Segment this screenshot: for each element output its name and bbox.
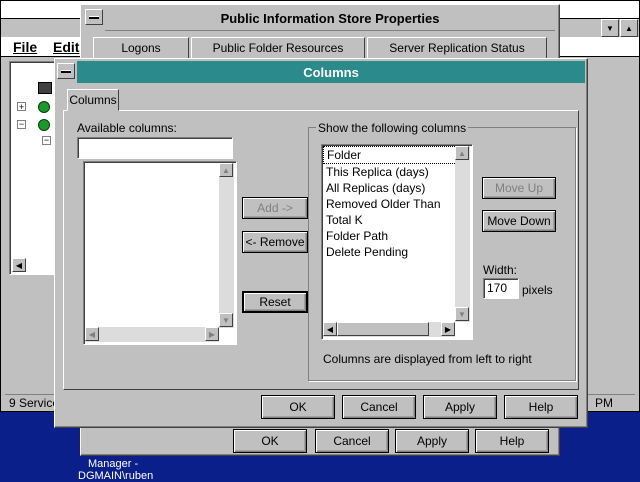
show-list-hscrollbar[interactable]: ◀ ▶ xyxy=(323,322,455,337)
properties-ok-button[interactable]: OK xyxy=(233,429,307,453)
show-columns-items: Folder This Replica (days) All Replicas … xyxy=(323,146,457,260)
list-item[interactable]: Total K xyxy=(323,212,457,228)
properties-dialog-title: Public Information Store Properties xyxy=(105,7,555,31)
scroll-down-button[interactable]: ▼ xyxy=(219,313,233,327)
width-input[interactable]: 170 xyxy=(483,278,519,299)
list-item-folder[interactable]: Folder xyxy=(323,146,457,164)
columns-order-note: Columns are displayed from left to right xyxy=(323,352,532,366)
globe-icon xyxy=(38,119,50,131)
list-item[interactable]: Delete Pending xyxy=(323,244,457,260)
columns-ok-button[interactable]: OK xyxy=(261,395,335,419)
tab-server-replication-status[interactable]: Server Replication Status xyxy=(367,37,547,59)
columns-dialog: Columns Columns Available columns: ▲ ▼ ◀… xyxy=(54,58,588,428)
properties-apply-button[interactable]: Apply xyxy=(395,429,469,453)
bg-minimize-button[interactable]: ▼ xyxy=(601,19,619,37)
available-list-hscrollbar[interactable]: ◀ ▶ xyxy=(85,327,219,342)
collapse-minus-icon[interactable]: − xyxy=(42,136,51,145)
move-up-button[interactable]: Move Up xyxy=(482,177,556,199)
properties-system-menu-icon[interactable] xyxy=(85,9,103,25)
show-list-vscrollbar[interactable]: ▲ ▼ xyxy=(455,146,470,322)
columns-dialog-title: Columns xyxy=(77,61,585,83)
menu-file[interactable]: File xyxy=(13,39,37,55)
scroll-up-button[interactable]: ▲ xyxy=(455,146,469,160)
menu-edit[interactable]: Edit xyxy=(53,39,79,55)
collapse-minus-icon[interactable]: − xyxy=(17,120,26,129)
show-columns-label: Show the following columns xyxy=(316,121,469,135)
status-left-text: 9 Service xyxy=(9,396,60,410)
columns-system-menu-icon[interactable] xyxy=(57,63,75,79)
available-columns-input[interactable] xyxy=(77,137,233,159)
scroll-down-button[interactable]: ▼ xyxy=(455,307,469,321)
available-list-vscrollbar[interactable]: ▲ ▼ xyxy=(219,163,234,328)
expand-plus-icon[interactable]: + xyxy=(17,102,26,112)
hscroll-thumb[interactable] xyxy=(337,322,429,336)
available-columns-label: Available columns: xyxy=(77,121,177,135)
list-item[interactable]: This Replica (days) xyxy=(323,164,457,180)
columns-cancel-button[interactable]: Cancel xyxy=(342,395,416,419)
status-right-text: PM xyxy=(595,396,613,410)
list-item[interactable]: All Replicas (days) xyxy=(323,180,457,196)
list-item[interactable]: Removed Older Than xyxy=(323,196,457,212)
tree-pane: + − − ◀ xyxy=(9,61,59,275)
scroll-right-button[interactable]: ▶ xyxy=(205,327,219,341)
show-columns-list[interactable]: Folder This Replica (days) All Replicas … xyxy=(321,144,473,340)
move-down-button[interactable]: Move Down xyxy=(482,210,556,232)
pixels-label: pixels xyxy=(522,283,553,297)
properties-help-button[interactable]: Help xyxy=(475,429,549,453)
reset-button[interactable]: Reset xyxy=(242,291,308,313)
tab-public-folder-resources[interactable]: Public Folder Resources xyxy=(191,37,365,59)
bg-maximize-button[interactable]: ▲ xyxy=(620,19,638,37)
scroll-left-button[interactable]: ◀ xyxy=(323,322,337,336)
columns-apply-button[interactable]: Apply xyxy=(423,395,497,419)
properties-cancel-button[interactable]: Cancel xyxy=(315,429,389,453)
desktop-label-2: DGMAIN\ruben xyxy=(78,470,154,482)
columns-help-button[interactable]: Help xyxy=(504,395,578,419)
width-label: Width: xyxy=(483,263,518,277)
globe-icon xyxy=(38,101,50,113)
scroll-right-button[interactable]: ▶ xyxy=(441,322,455,336)
server-icon xyxy=(38,82,52,94)
scroll-left-button[interactable]: ◀ xyxy=(85,327,99,341)
available-columns-list[interactable]: ▲ ▼ ◀ ▶ xyxy=(83,161,237,345)
columns-tab-page: Available columns: ▲ ▼ ◀ ▶ Add -> <- Rem… xyxy=(63,110,579,390)
remove-button[interactable]: <- Remove xyxy=(242,231,308,253)
list-item[interactable]: Folder Path xyxy=(323,228,457,244)
add-button[interactable]: Add -> xyxy=(242,197,308,219)
scroll-up-button[interactable]: ▲ xyxy=(219,163,233,177)
desktop-label-1: Manager - xyxy=(88,458,139,470)
tab-columns[interactable]: Columns xyxy=(67,89,119,111)
tab-logons[interactable]: Logons xyxy=(93,37,189,59)
scroll-left-button[interactable]: ◀ xyxy=(12,258,26,272)
